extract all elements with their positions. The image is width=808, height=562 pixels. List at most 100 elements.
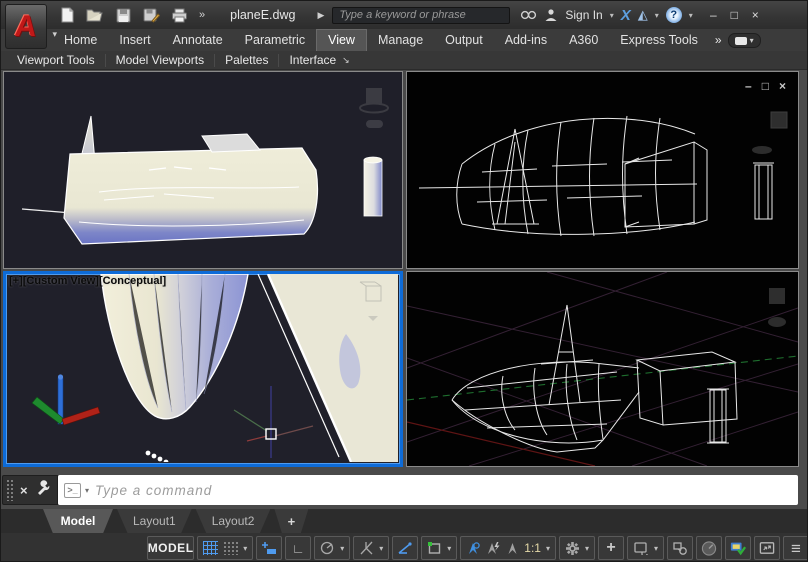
ribbon-tab-view[interactable]: View (316, 29, 367, 51)
annotation-scale-value[interactable]: 1:1 (524, 541, 541, 555)
graphics-performance-toggle[interactable] (696, 536, 722, 560)
object-snap-caret-icon[interactable]: ▾ (447, 544, 451, 553)
hardware-acceleration-button[interactable] (725, 536, 751, 560)
layout-tab-layout2[interactable]: Layout2 (195, 509, 271, 533)
drawing-area: – □ × [+][Custom View][Conceptual] (1, 71, 801, 469)
viewport-bottom-left-active[interactable]: [+][Custom View][Conceptual] (3, 271, 403, 467)
ribbon-tab-addins[interactable]: Add-ins (494, 30, 558, 51)
search-input[interactable] (337, 8, 506, 22)
snap-caret-icon[interactable]: ▾ (243, 544, 247, 553)
panel-interface-arrow-icon[interactable]: ↘ (342, 55, 350, 66)
drawing-close-button[interactable]: × (779, 80, 786, 92)
close-window-button[interactable]: × (747, 8, 764, 23)
snap-mode-icon[interactable] (223, 541, 239, 555)
minimize-window-button[interactable]: – (705, 8, 722, 23)
ribbon-panel-row: Viewport Tools Model Viewports Palettes … (1, 51, 807, 70)
panel-viewport-tools[interactable]: Viewport Tools (7, 53, 105, 67)
help-icon[interactable]: ? (665, 7, 682, 23)
command-grip-handle[interactable] (6, 479, 13, 501)
recent-commands-caret-icon[interactable]: ▾ (85, 486, 89, 495)
sign-in-caret-icon[interactable]: ▾ (610, 11, 614, 20)
workspace-caret-icon[interactable]: ▾ (585, 544, 589, 553)
a360-caret-icon[interactable]: ▾ (655, 11, 659, 20)
ribbon-tab-insert[interactable]: Insert (108, 30, 161, 51)
units-lock-group[interactable]: ▾ (626, 536, 664, 560)
command-close-icon[interactable]: × (20, 483, 28, 498)
clean-screen-button[interactable] (754, 536, 780, 560)
drawing-minimize-button[interactable]: – (745, 80, 752, 92)
viewcube-icon (769, 288, 785, 304)
ribbon-minimize-button[interactable]: ▾ (727, 33, 761, 48)
object-snap-toggle[interactable]: ▾ (421, 536, 458, 560)
command-prompt-icon[interactable]: >_ (64, 482, 81, 498)
autodesk-exchange-icon[interactable]: X (621, 7, 631, 24)
infer-constraints-toggle[interactable] (256, 536, 283, 560)
workspace-switching[interactable]: ▾ (558, 536, 595, 560)
isometric-drafting-toggle[interactable]: ▾ (353, 536, 390, 560)
ribbon-tabs-overflow-icon[interactable]: » (715, 33, 722, 47)
grid-display-icon[interactable] (203, 541, 219, 555)
command-input[interactable] (93, 481, 798, 499)
save-as-button[interactable] (141, 6, 161, 24)
new-file-button[interactable] (57, 6, 77, 24)
ribbon-tab-parametric[interactable]: Parametric (234, 30, 316, 51)
ribbon-tab-home[interactable]: Home (53, 30, 108, 51)
viewport-top-left[interactable] (3, 71, 403, 269)
polar-caret-icon[interactable]: ▾ (340, 544, 344, 553)
polar-tracking-toggle[interactable]: ▾ (314, 536, 351, 560)
customization-menu-button[interactable]: ≡ (783, 536, 807, 560)
annotation-visibility-icon[interactable] (466, 541, 481, 556)
viewport-bottom-right[interactable] (406, 271, 799, 467)
new-layout-button[interactable]: + (274, 509, 309, 533)
layout-tab-layout1[interactable]: Layout1 (117, 509, 192, 533)
annotation-monitor-toggle[interactable]: + (597, 536, 624, 560)
model-space-toggle[interactable]: MODEL (147, 536, 195, 560)
viewport-top-right[interactable]: – □ × (406, 71, 799, 269)
drawing-window-controls: – □ × (745, 80, 786, 92)
ucs-icon (31, 374, 101, 426)
viewcube-icon (366, 88, 382, 104)
annotation-scale-caret-icon[interactable]: ▾ (546, 544, 550, 553)
viewport-view-menu[interactable]: [Custom View] (23, 275, 99, 287)
help-caret-icon[interactable]: ▾ (689, 11, 693, 20)
application-menu-button[interactable]: A ▾ (5, 4, 57, 49)
clean-screen-icon (759, 542, 775, 554)
title-flyout-icon[interactable]: ▶ (317, 10, 324, 21)
panel-model-viewports[interactable]: Model Viewports (106, 53, 215, 67)
qat-expand-icon[interactable]: » (199, 9, 205, 21)
isoplane-caret-icon[interactable]: ▾ (379, 544, 383, 553)
ribbon-tab-express-tools[interactable]: Express Tools (609, 30, 709, 51)
lock-caret-icon[interactable]: ▾ (654, 544, 658, 553)
maximize-window-button[interactable]: □ (726, 8, 743, 23)
crosshair-cursor (233, 386, 314, 458)
a360-icon[interactable]: ◭ (638, 7, 648, 23)
panel-interface[interactable]: Interface (279, 53, 346, 67)
application-menu-caret-icon: ▾ (52, 29, 57, 39)
drawing-restore-button[interactable]: □ (762, 80, 769, 92)
plot-button[interactable] (169, 6, 189, 24)
isolate-objects-icon (673, 541, 687, 555)
isolate-objects-button[interactable] (667, 536, 693, 560)
ribbon-tab-annotate[interactable]: Annotate (162, 30, 234, 51)
ribbon-tab-a360[interactable]: A360 (558, 30, 609, 51)
viewport-style-menu[interactable]: [Conceptual] (99, 275, 166, 287)
annotation-scale-icon[interactable] (506, 541, 519, 556)
viewport-label: [+][Custom View][Conceptual] (9, 275, 166, 287)
annotation-autoscale-icon[interactable] (486, 541, 501, 556)
ribbon-tab-manage[interactable]: Manage (367, 30, 434, 51)
viewport-controls-menu[interactable]: [+] (9, 275, 23, 287)
navbar-pill-icon (366, 120, 383, 128)
object-snap-tracking-toggle[interactable] (392, 536, 419, 560)
layout-tab-model[interactable]: Model (43, 509, 113, 533)
title-bar: A ▾ » planeE.dwg ▶ Type a keyword or phr… (1, 1, 807, 49)
ribbon-tab-output[interactable]: Output (434, 30, 494, 51)
infer-constraints-icon (262, 542, 277, 554)
customize-wrench-icon[interactable] (35, 479, 51, 501)
hamburger-icon: ≡ (791, 538, 801, 558)
save-button[interactable] (113, 6, 133, 24)
panel-palettes[interactable]: Palettes (215, 53, 278, 67)
search-icon[interactable] (520, 9, 537, 22)
open-file-button[interactable] (85, 6, 105, 24)
ortho-mode-toggle[interactable]: ∟ (285, 536, 312, 560)
sign-in-button[interactable]: Sign In (565, 8, 602, 22)
